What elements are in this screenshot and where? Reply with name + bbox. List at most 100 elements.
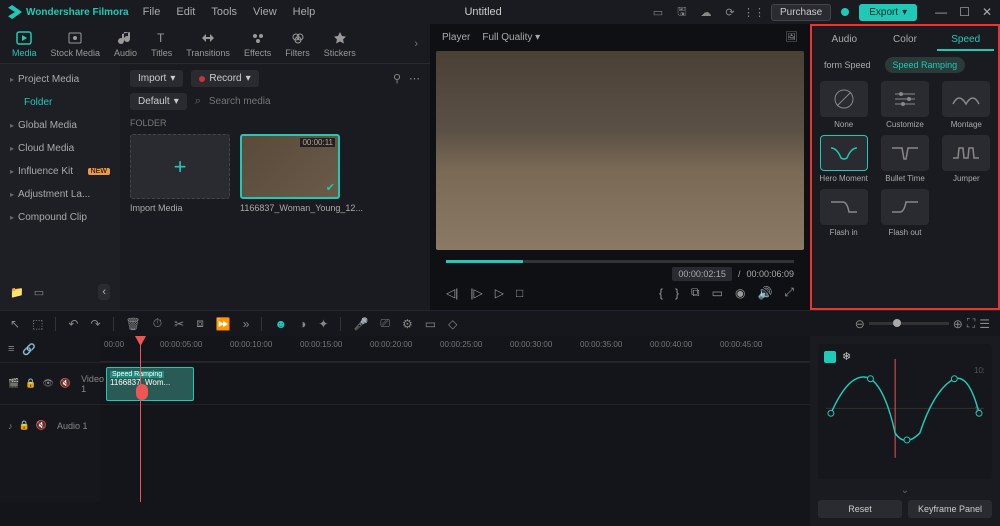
crop-icon[interactable]: ⧈	[196, 316, 204, 331]
tab-effects[interactable]: Effects	[244, 30, 271, 58]
ratio-icon[interactable]: ⧉	[691, 285, 700, 300]
new-folder-icon[interactable]: 📁	[10, 285, 24, 299]
media-thumb[interactable]: 00:00:11 ✔ 1166837_Woman_Young_12...	[240, 134, 340, 213]
sidebar-item-global-media[interactable]: ▸Global Media	[0, 114, 120, 137]
sort-dropdown[interactable]: Default ▾	[130, 93, 187, 110]
play-back-icon[interactable]: |▷	[470, 286, 482, 300]
tab-filters[interactable]: Filters	[285, 30, 310, 58]
minimize-button[interactable]: —	[935, 5, 947, 19]
sidebar-item-project-media[interactable]: ▸Project Media	[0, 68, 120, 91]
preset-montage[interactable]: Montage	[939, 81, 994, 129]
add-track-icon[interactable]: ≡	[8, 343, 14, 355]
save-icon[interactable]: 🖫	[675, 5, 689, 19]
player-progress[interactable]	[446, 260, 794, 263]
display-icon[interactable]: ▭	[712, 286, 723, 300]
preset-none[interactable]: None	[816, 81, 871, 129]
speed-icon[interactable]: ⏩	[216, 317, 231, 331]
mute-icon[interactable]: 🔇	[60, 378, 71, 389]
delete-icon[interactable]: 🗑	[126, 317, 141, 331]
stop-icon[interactable]: □	[516, 286, 523, 300]
search-input[interactable]	[209, 96, 420, 107]
sidebar-item-folder[interactable]: Folder	[0, 91, 120, 114]
expand-icon[interactable]: ⌄	[818, 485, 992, 496]
timer-icon[interactable]: ⏱	[153, 316, 162, 331]
zoom-slider[interactable]	[869, 322, 949, 325]
cloud-icon[interactable]: ☁	[699, 5, 713, 19]
quality-dropdown[interactable]: Full Quality ▾	[482, 32, 540, 43]
speed-marker[interactable]	[136, 384, 148, 400]
fullscreen-icon[interactable]: ⤢	[784, 285, 794, 300]
menu-help[interactable]: Help	[293, 6, 316, 18]
preset-jumper[interactable]: Jumper	[939, 135, 994, 183]
pointer-icon[interactable]: ↖	[10, 317, 20, 331]
playhead[interactable]	[140, 336, 141, 502]
tab-media[interactable]: Media	[12, 30, 37, 58]
preset-flash-out[interactable]: Flash out	[877, 189, 932, 237]
rtab-color[interactable]: Color	[877, 30, 934, 51]
mixer-icon[interactable]: ⎚	[380, 316, 390, 331]
export-button[interactable]: Export ▾	[859, 4, 917, 21]
ai-icon[interactable]: ☻	[274, 317, 287, 331]
speed-curve[interactable]: 10x 1x	[826, 359, 984, 458]
zoom-in-icon[interactable]: ⊕	[953, 317, 963, 331]
tab-titles[interactable]: TTitles	[151, 30, 172, 58]
tabs-more-icon[interactable]: ›	[414, 38, 418, 50]
record-dropdown[interactable]: Record ▾	[191, 70, 258, 87]
prev-frame-icon[interactable]: ◁|	[446, 286, 458, 300]
layout-icon[interactable]: ▭	[651, 5, 665, 19]
import-dropdown[interactable]: Import ▾	[130, 70, 183, 87]
video-track-head[interactable]: 🎬 🔒 👁 🔇 Video 1	[0, 362, 100, 404]
menu-view[interactable]: View	[253, 6, 277, 18]
redo-icon[interactable]: ↷	[90, 317, 100, 331]
select-icon[interactable]: ⬚	[32, 317, 43, 331]
volume-icon[interactable]: 🔊	[757, 286, 772, 300]
filter-icon[interactable]: ⚲	[393, 72, 401, 85]
rtab-speed[interactable]: Speed	[937, 30, 994, 51]
keyframe-icon[interactable]: ◇	[448, 317, 457, 331]
adjust-icon[interactable]: ⚙	[402, 317, 413, 331]
collapse-sidebar-icon[interactable]: ‹	[98, 284, 110, 300]
more-tools-icon[interactable]: »	[243, 317, 250, 331]
sidebar-item-influence-kit[interactable]: ▸Influence KitNEW	[0, 160, 120, 183]
sidebar-item-adjustment[interactable]: ▸Adjustment La...	[0, 183, 120, 206]
sidebar-item-compound[interactable]: ▸Compound Clip	[0, 206, 120, 229]
lock-icon[interactable]: 🔒	[19, 420, 30, 431]
lock-icon[interactable]: 🔒	[25, 378, 36, 389]
quality-icon[interactable]: ◉	[735, 286, 745, 300]
sync-icon[interactable]: ⟳	[723, 5, 737, 19]
keyframe-panel-button[interactable]: Keyframe Panel	[908, 500, 992, 518]
rtab-audio[interactable]: Audio	[816, 30, 873, 51]
mic-icon[interactable]: 🎤	[353, 317, 368, 331]
preset-flash-in[interactable]: Flash in	[816, 189, 871, 237]
subtab-uniform-speed[interactable]: form Speed	[816, 57, 879, 73]
bin-icon[interactable]: ▭	[32, 285, 46, 299]
eye-icon[interactable]: 👁	[42, 378, 53, 389]
reset-button[interactable]: Reset	[818, 500, 902, 518]
zoom-fit-icon[interactable]: ⛶	[967, 316, 975, 331]
tab-stock-media[interactable]: Stock Media	[51, 30, 101, 58]
snapshot-icon[interactable]: 🖼	[785, 32, 798, 43]
list-icon[interactable]: ☰	[979, 317, 990, 331]
undo-icon[interactable]: ↶	[68, 317, 78, 331]
apps-icon[interactable]: ⋮⋮	[747, 5, 761, 19]
more-icon[interactable]: ⋯	[409, 72, 420, 85]
preset-customize[interactable]: Customize	[877, 81, 932, 129]
mark-out-icon[interactable]: }	[675, 286, 679, 300]
effects-icon[interactable]: ✦	[318, 317, 328, 331]
marker-icon[interactable]: ▭	[425, 317, 436, 331]
import-media-tile[interactable]: + Import Media	[130, 134, 230, 213]
menu-edit[interactable]: Edit	[176, 6, 195, 18]
audio-track-head[interactable]: ♪ 🔒 🔇 Audio 1	[0, 404, 100, 446]
video-clip[interactable]: Speed Ramping 1166837_Wom...	[106, 367, 194, 401]
mute-icon[interactable]: 🔇	[36, 420, 47, 431]
menu-tools[interactable]: Tools	[211, 6, 237, 18]
play-icon[interactable]: ▷	[495, 286, 504, 300]
color-icon[interactable]: ◑	[299, 317, 306, 331]
tab-audio[interactable]: Audio	[114, 30, 137, 58]
preset-hero-moment[interactable]: Hero Moment	[816, 135, 871, 183]
menu-file[interactable]: File	[143, 6, 161, 18]
tab-stickers[interactable]: Stickers	[324, 30, 356, 58]
zoom-out-icon[interactable]: ⊖	[855, 317, 865, 331]
tab-transitions[interactable]: Transitions	[186, 30, 230, 58]
sidebar-item-cloud-media[interactable]: ▸Cloud Media	[0, 137, 120, 160]
